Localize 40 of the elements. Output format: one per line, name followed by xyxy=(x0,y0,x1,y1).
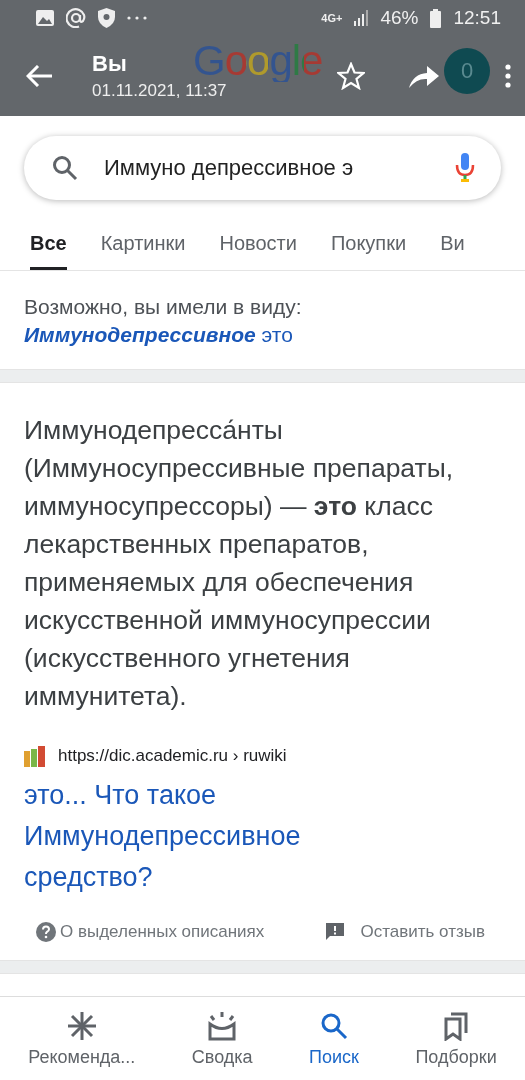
tray-icon xyxy=(207,1011,238,1041)
star-icon[interactable] xyxy=(337,62,365,90)
suggestion-link[interactable]: Иммунодепрессивное это xyxy=(24,323,501,347)
shield-icon xyxy=(98,8,115,28)
feedback-icon[interactable] xyxy=(326,923,345,941)
search-icon xyxy=(319,1011,349,1041)
bottom-nav-item[interactable]: Сводка xyxy=(191,1011,253,1068)
source-url: https://dic.academic.ru › ruwiki xyxy=(58,746,287,766)
microphone-icon[interactable] xyxy=(455,153,475,183)
asterisk-icon xyxy=(66,1011,97,1041)
bottom-nav-item[interactable]: Поиск xyxy=(309,1011,359,1068)
help-icon[interactable] xyxy=(36,922,56,942)
bottom-nav-item[interactable]: Рекоменда... xyxy=(28,1011,136,1068)
at-sign-icon xyxy=(66,8,86,28)
snippet-text: Иммунодепресса́нты (Иммуносупрессивные препараты, иммуносупрессоры) — это класс лекарственных препаратов, применяемых для обеспечения искусственной иммуносупрессии (искусственного угнетения иммунитета). xyxy=(24,414,455,713)
share-arrow-icon[interactable] xyxy=(409,64,439,88)
image-icon xyxy=(36,10,54,26)
search-tab[interactable]: Картинки xyxy=(100,220,186,270)
battery-percent: 46% xyxy=(380,7,419,29)
feedback-link[interactable]: Оставить отзыв xyxy=(360,922,485,942)
books-icon xyxy=(24,745,46,767)
more-icon xyxy=(127,16,147,20)
back-icon[interactable] xyxy=(26,65,52,87)
more-vert-icon[interactable] xyxy=(505,64,511,88)
search-icon xyxy=(52,155,78,181)
did-you-mean-text: Возможно, вы имели в виду: xyxy=(24,295,303,319)
battery-icon xyxy=(430,8,442,28)
search-tab[interactable]: Ви xyxy=(440,220,465,270)
network-type: 4G+ xyxy=(321,12,343,24)
bottom-nav-item[interactable]: Подборки xyxy=(415,1011,497,1068)
search-field[interactable]: Иммуно депрессивное э xyxy=(24,136,501,200)
search-tab[interactable]: Все xyxy=(30,220,67,270)
search-tab[interactable]: Новости xyxy=(219,220,297,270)
search-tab[interactable]: Покупки xyxy=(330,220,407,270)
search-query: Иммуно депрессивное э xyxy=(104,155,355,181)
clock: 12:51 xyxy=(453,7,501,29)
signal-icon xyxy=(354,10,369,26)
result-title-link[interactable]: это... Что такое Иммунодепрессивное средство? xyxy=(24,775,384,898)
date-time: 01.11.2021, 11:37 xyxy=(92,81,227,101)
about-snippets-link[interactable]: О выделенных описаниях xyxy=(60,922,265,942)
